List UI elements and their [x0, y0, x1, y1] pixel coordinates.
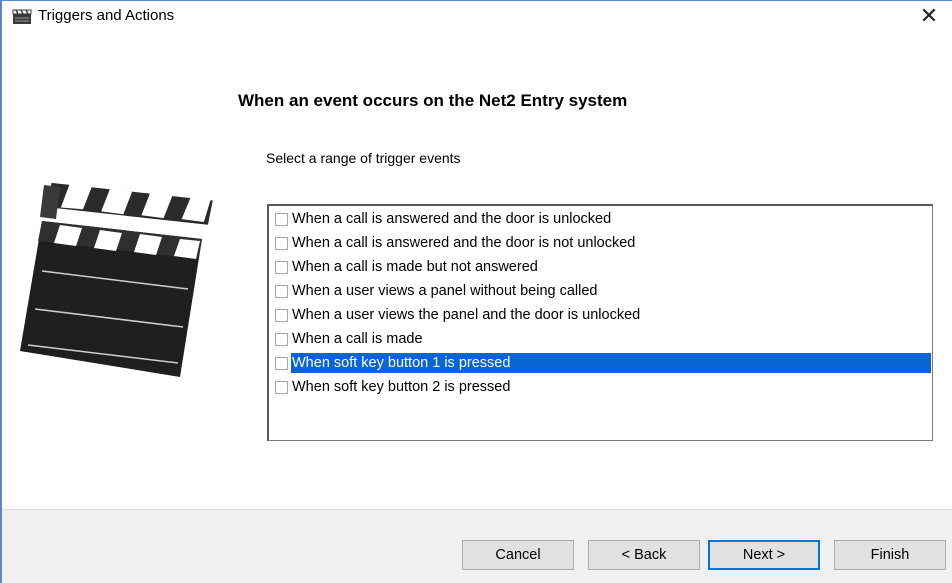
- trigger-event-label: When a call is made: [292, 331, 423, 347]
- trigger-event-checkbox[interactable]: [275, 284, 288, 298]
- trigger-event-item[interactable]: When a call is made but not answered: [271, 255, 931, 279]
- trigger-events-list[interactable]: When a call is answered and the door is …: [267, 204, 933, 441]
- trigger-event-label: When soft key button 2 is pressed: [292, 379, 511, 395]
- page-heading: When an event occurs on the Net2 Entry s…: [238, 91, 628, 110]
- trigger-event-label: When a user views a panel without being …: [292, 283, 598, 299]
- trigger-event-label: When a call is answered and the door is …: [292, 211, 612, 227]
- back-button[interactable]: < Back: [588, 540, 700, 570]
- trigger-event-item[interactable]: When a call is answered and the door is …: [271, 231, 931, 255]
- trigger-event-checkbox[interactable]: [275, 332, 288, 346]
- triggers-and-actions-dialog: Triggers and Actions ✕ When an event occ…: [0, 0, 952, 583]
- page-subheading: Select a range of trigger events: [266, 150, 461, 166]
- trigger-event-item[interactable]: When soft key button 2 is pressed: [271, 375, 931, 399]
- trigger-event-checkbox[interactable]: [275, 380, 288, 394]
- trigger-event-label: When a user views the panel and the door…: [292, 307, 641, 323]
- trigger-event-label: When a call is made but not answered: [292, 259, 538, 275]
- trigger-event-checkbox[interactable]: [275, 236, 288, 250]
- trigger-event-item[interactable]: When a user views a panel without being …: [271, 279, 931, 303]
- cancel-button[interactable]: Cancel: [462, 540, 574, 570]
- trigger-event-item[interactable]: When a user views the panel and the door…: [271, 303, 931, 327]
- close-button[interactable]: ✕: [906, 1, 952, 31]
- finish-button[interactable]: Finish: [834, 540, 946, 570]
- trigger-event-checkbox[interactable]: [275, 212, 288, 226]
- trigger-event-item[interactable]: When a call is answered and the door is …: [271, 207, 931, 231]
- clapperboard-icon: [20, 182, 213, 377]
- window-title: Triggers and Actions: [38, 7, 175, 24]
- trigger-event-item[interactable]: When soft key button 1 is pressed: [271, 351, 932, 375]
- clapperboard-icon: [12, 9, 32, 24]
- close-icon: ✕: [919, 3, 939, 29]
- title-bar[interactable]: Triggers and Actions ✕: [2, 1, 952, 31]
- trigger-event-checkbox[interactable]: [275, 260, 288, 274]
- trigger-event-checkbox[interactable]: [275, 308, 288, 322]
- next-button[interactable]: Next >: [708, 540, 820, 570]
- button-bar: Cancel < Back Next > Finish: [2, 509, 952, 583]
- trigger-event-checkbox[interactable]: [275, 356, 288, 370]
- trigger-event-item[interactable]: When a call is made: [271, 327, 931, 351]
- trigger-event-label: When a call is answered and the door is …: [292, 235, 636, 251]
- trigger-event-label: When soft key button 1 is pressed: [290, 352, 932, 374]
